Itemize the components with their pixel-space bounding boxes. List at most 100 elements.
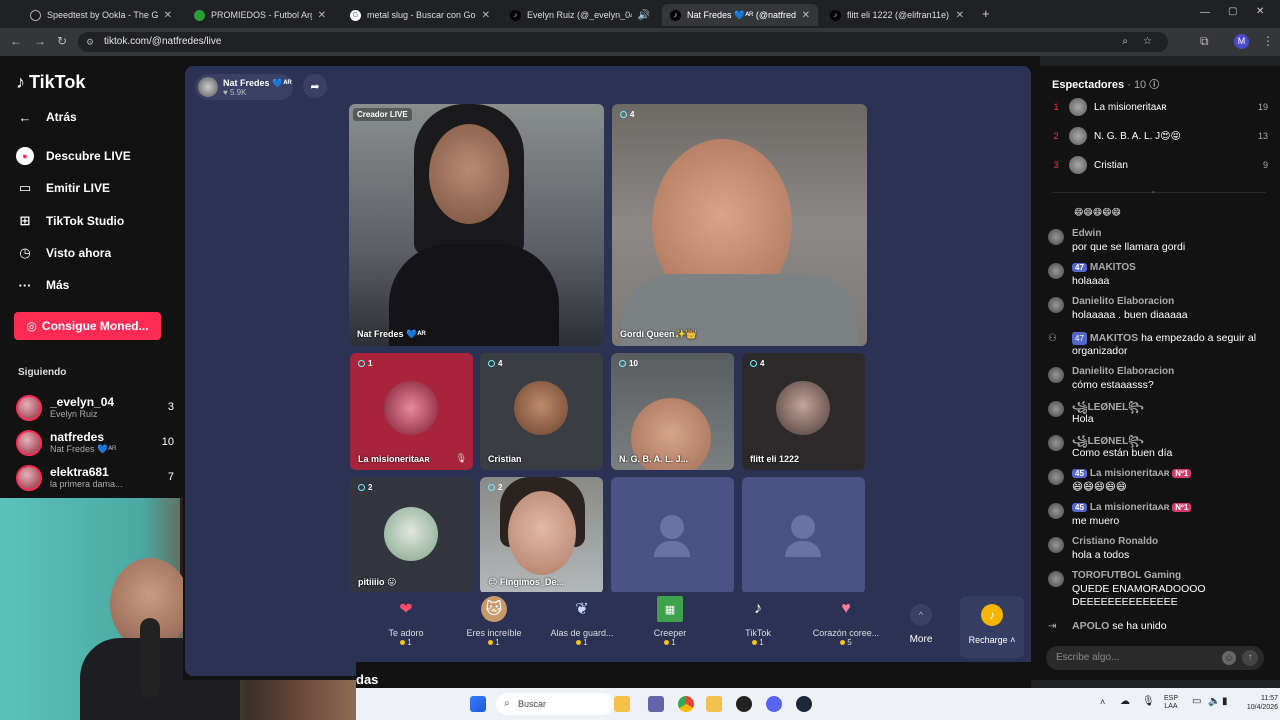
battery-icon[interactable]: ▮: [1222, 696, 1228, 707]
microphone-icon[interactable]: 🎙: [1142, 696, 1155, 707]
tile-label: Nat Fredes 💙ᴬᴿ: [357, 329, 426, 339]
nav-mas[interactable]: ··· Más: [16, 276, 70, 294]
minimize-button[interactable]: —: [1200, 7, 1210, 18]
coin-icon: [576, 640, 582, 645]
speaker-icon[interactable]: 🔈: [1208, 696, 1220, 707]
tab-flitt[interactable]: ♪flitt eli 1222 (@elifran11e) | TikTok✕: [822, 4, 972, 26]
get-coins-button[interactable]: ◎ Consigue Moned...: [14, 312, 161, 340]
video-tile-guest[interactable]: 2 pitiiiio 😛: [350, 477, 473, 594]
recharge-button[interactable]: ♪ Recharge ˄: [960, 596, 1024, 658]
chat-input[interactable]: Escribe algo... ☺ ↑: [1046, 646, 1264, 670]
emoji-icon[interactable]: ☺: [1222, 651, 1236, 665]
nav-descubre-live[interactable]: ● Descubre LIVE: [16, 147, 131, 165]
back-icon[interactable]: ←: [10, 34, 22, 48]
gift-item[interactable]: ▦ Creeper 1: [630, 596, 710, 647]
video-tile-guest[interactable]: 2 😊 Fingimos_De...: [480, 477, 603, 594]
close-icon[interactable]: ✕: [482, 10, 490, 21]
new-tab-button[interactable]: +: [982, 6, 990, 21]
back-link[interactable]: ← Atrás: [16, 108, 77, 126]
level-badge: 45: [1072, 503, 1087, 512]
info-icon[interactable]: ⓘ: [1149, 80, 1159, 91]
following-item[interactable]: _evelyn_04 Evelyn Ruiz 3: [16, 395, 174, 421]
cloud-icon[interactable]: ☁: [1120, 696, 1130, 707]
tab-natfredes[interactable]: ♪ Nat Fredes 💙ᴬᴿ (@natfred ✕: [662, 4, 818, 26]
nav-tiktok-studio[interactable]: ⊞ TikTok Studio: [16, 212, 125, 230]
top-viewer[interactable]: 3 Cristian 9: [1050, 156, 1268, 174]
tab-promiedos[interactable]: PROMIEDOS - Futbol Argentino✕: [186, 4, 334, 26]
widgets-icon[interactable]: [614, 696, 630, 712]
forward-icon[interactable]: →: [34, 34, 46, 48]
avatar: [384, 381, 438, 435]
nav-visto-ahora[interactable]: ◷ Visto ahora: [16, 244, 111, 262]
browser-menu-icon[interactable]: ⋮: [1262, 34, 1274, 48]
avatar: [16, 395, 42, 421]
avatar: [1048, 297, 1064, 313]
video-tile-host[interactable]: Creador LIVE Nat Fredes 💙ᴬᴿ: [349, 104, 604, 346]
tiktok-logo[interactable]: ♪ TikTok: [16, 72, 85, 93]
gift-item[interactable]: 🐱 Eres increíble 1: [454, 596, 534, 647]
taskbar-search[interactable]: ⌕ Buscar: [496, 693, 614, 715]
top-viewer[interactable]: 1 La misioneritaᴀʀ 19: [1050, 98, 1268, 116]
gift-item[interactable]: ♪ TikTok 1: [718, 596, 798, 647]
avatar: [1048, 571, 1064, 587]
close-icon[interactable]: ✕: [318, 10, 326, 21]
nav-emitir-live[interactable]: ▭ Emitir LIVE: [16, 179, 110, 197]
discord-icon[interactable]: [766, 696, 782, 712]
close-icon[interactable]: ✕: [802, 10, 810, 21]
maximize-button[interactable]: ▢: [1228, 6, 1237, 17]
share-button[interactable]: ➦: [303, 74, 327, 98]
tile-count: 2: [358, 483, 372, 492]
send-arrow-icon[interactable]: ↑: [1242, 650, 1258, 666]
teams-icon[interactable]: [648, 696, 664, 712]
video-tile-guest[interactable]: 4 Cristian: [480, 353, 603, 470]
monitor-icon[interactable]: ▭: [1192, 696, 1201, 707]
close-icon[interactable]: ✕: [956, 10, 964, 21]
empty-seat-tile[interactable]: [611, 477, 734, 594]
more-gifts-button[interactable]: ^ More: [901, 604, 941, 645]
bookmark-star-icon[interactable]: ☆: [1143, 32, 1152, 52]
creeper-gift-icon: ▦: [657, 596, 683, 622]
chat-emoji-row: 😄😄😄😄😄: [1074, 207, 1121, 217]
steam-icon[interactable]: [796, 696, 812, 712]
gift-item[interactable]: ❦ Alas de guard... 1: [542, 596, 622, 647]
host-chip[interactable]: Nat Fredes 💙ᴬᴿ ♥ 5.9K: [195, 74, 293, 100]
tile-count: 1: [358, 359, 372, 368]
guest-face: [508, 491, 576, 575]
tab-evelyn[interactable]: ♪ Evelyn Ruiz (@_evelyn_04) 🔊: [502, 4, 658, 26]
avatar: [1048, 401, 1064, 417]
gem-icon: [750, 360, 757, 367]
video-tile-guest[interactable]: 4 flitt eli 1222: [742, 353, 865, 470]
file-explorer-icon[interactable]: [706, 696, 722, 712]
url-field[interactable]: ⚙ tiktok.com/@natfredes/live ⌕ ☆: [78, 32, 1168, 52]
camera-icon: ▭: [18, 180, 32, 195]
chrome-icon[interactable]: [678, 696, 694, 712]
clock[interactable]: 11:57 10/4/2026: [1228, 694, 1278, 712]
tile-label: flitt eli 1222: [750, 454, 800, 464]
site-info-icon[interactable]: ⚙: [86, 32, 94, 52]
video-tile-guest[interactable]: 10 N. G. B. A. L. J...: [611, 353, 734, 470]
tab-google[interactable]: Gmetal slug - Buscar con Google✕: [342, 4, 498, 26]
reload-icon[interactable]: ↻: [57, 34, 67, 48]
following-item[interactable]: natfredes Nat Fredes 💙ᴬᴿ 10: [16, 430, 174, 456]
rank-badge: Nº1: [1172, 503, 1192, 512]
chevron-up-icon[interactable]: ˄: [1100, 697, 1105, 707]
studio-icon: ⊞: [19, 213, 31, 228]
following-item[interactable]: elektra681 la primera dama... 7: [16, 465, 174, 491]
top-viewer[interactable]: 2 N. G. B. A. L. J😍😝 13: [1050, 127, 1268, 145]
gift-item[interactable]: ♥ Corazón coree... 5: [806, 596, 886, 647]
obs-icon[interactable]: [736, 696, 752, 712]
extensions-icon[interactable]: ⧉: [1200, 34, 1209, 49]
windows-start-icon[interactable]: [470, 696, 486, 712]
close-icon[interactable]: ✕: [164, 10, 172, 21]
empty-seat-tile[interactable]: [742, 477, 865, 594]
video-tile-guest[interactable]: 1 La misioneritaᴀʀ 🎙: [350, 353, 473, 470]
profile-avatar[interactable]: M: [1234, 34, 1249, 49]
gift-item[interactable]: ❤ Te adoro 1: [366, 596, 446, 647]
tab-speedtest[interactable]: Speedtest by Ookla - The Global✕: [22, 4, 180, 26]
zoom-icon[interactable]: ⌕: [1122, 32, 1128, 52]
close-window-button[interactable]: ✕: [1256, 6, 1264, 17]
mute-icon[interactable]: 🔊: [638, 10, 650, 21]
video-tile-guest[interactable]: 4 Gordi Queen✨👑: [612, 104, 867, 346]
language-indicator[interactable]: ESP LAA: [1162, 695, 1180, 711]
chevron-down-icon[interactable]: ⌄: [1150, 186, 1157, 195]
